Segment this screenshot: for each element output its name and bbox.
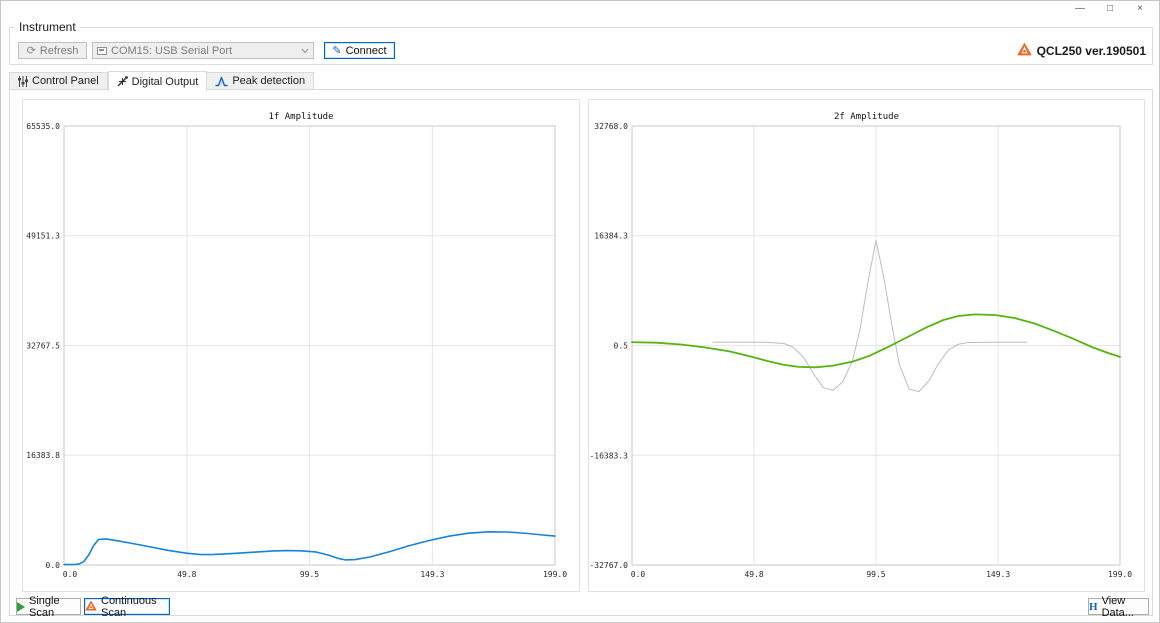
svg-text:149.3: 149.3 — [986, 570, 1010, 579]
digital-output-page: 65535.049151.332767.516383.80.00.049.899… — [9, 89, 1153, 616]
serial-port-icon — [97, 47, 107, 55]
close-button[interactable]: × — [1125, 1, 1155, 16]
svg-text:199.0: 199.0 — [1108, 570, 1132, 579]
svg-text:32768.0: 32768.0 — [594, 122, 628, 131]
svg-text:16383.8: 16383.8 — [26, 451, 60, 460]
svg-text:32767.5: 32767.5 — [26, 342, 60, 351]
svg-text:0.0: 0.0 — [63, 570, 78, 579]
svg-text:0.0: 0.0 — [631, 570, 646, 579]
minimize-button[interactable]: — — [1065, 1, 1095, 16]
window-controls: — □ × — [1065, 1, 1155, 17]
refresh-button-label: Refresh — [40, 45, 79, 57]
maximize-icon: □ — [1107, 4, 1113, 14]
connect-button-label: Connect — [346, 45, 387, 57]
instrument-group-label: Instrument — [15, 21, 80, 34]
minimize-icon: — — [1075, 4, 1085, 14]
svg-text:99.5: 99.5 — [866, 570, 885, 579]
chart-panel-2f: 32768.0 16384.3 0.5 -16383.3 -32767.00.0 49.8… — [588, 99, 1145, 592]
chart-2f-amplitude: 32768.0 16384.3 0.5 -16383.3 -32767.00.0 49.8… — [589, 100, 1144, 591]
svg-text:-16383.3: -16383.3 — [589, 451, 628, 460]
connect-icon: ✎ — [332, 44, 341, 57]
svg-text:199.0: 199.0 — [543, 570, 567, 579]
chevron-down-icon — [301, 45, 309, 57]
view-data-button[interactable]: H View Data... — [1088, 598, 1149, 615]
view-data-icon: H — [1089, 601, 1098, 613]
chart-panel-1f: 65535.0 49151.3 32767.5 16383.8 0.00.0 49.8 99… — [22, 99, 580, 592]
com-port-select[interactable]: COM15: USB Serial Port — [92, 42, 314, 59]
svg-text:49151.3: 49151.3 — [26, 232, 60, 241]
brand-badge: QCL250 ver.190501 — [1017, 42, 1146, 59]
svg-text:149.3: 149.3 — [420, 570, 444, 579]
refresh-icon: ⟳ — [27, 44, 36, 57]
tab-label: Control Panel — [32, 75, 99, 87]
single-scan-button[interactable]: Single Scan — [16, 598, 81, 615]
instrument-groupbox: Instrument ⟳ Refresh COM15: USB Serial P… — [9, 27, 1153, 65]
tab-digital-output[interactable]: Digital Output — [108, 71, 208, 91]
digital-output-icon — [117, 76, 128, 87]
continuous-scan-label: Continuous Scan — [101, 595, 169, 619]
svg-text:49.8: 49.8 — [177, 570, 196, 579]
svg-text:65535.0: 65535.0 — [26, 122, 60, 131]
chart-1f-amplitude: 65535.0 49151.3 32767.5 16383.8 0.00.0 49.8 99… — [23, 100, 579, 591]
tab-label: Digital Output — [132, 76, 199, 88]
continuous-scan-button[interactable]: Continuous Scan — [84, 598, 170, 615]
brand-logo-icon — [1017, 42, 1032, 59]
svg-text:49.8: 49.8 — [744, 570, 763, 579]
continuous-scan-icon — [85, 600, 97, 614]
single-scan-label: Single Scan — [29, 595, 80, 619]
play-icon — [17, 602, 25, 612]
chart-title-1f: 1f Amplitude — [23, 112, 579, 122]
svg-text:0.5: 0.5 — [614, 342, 629, 351]
refresh-button[interactable]: ⟳ Refresh — [18, 42, 87, 59]
tab-control-panel[interactable]: Control Panel — [9, 72, 108, 90]
svg-text:99.5: 99.5 — [300, 570, 319, 579]
connect-button[interactable]: ✎ Connect — [324, 42, 395, 59]
maximize-button[interactable]: □ — [1095, 1, 1125, 16]
brand-text: QCL250 ver.190501 — [1037, 44, 1146, 58]
chart-title-2f: 2f Amplitude — [589, 112, 1144, 122]
svg-text:-32767.0: -32767.0 — [589, 561, 628, 570]
app-window: { "window": { "controls": { "minimize": … — [0, 0, 1160, 623]
tab-strip: Control Panel Digital Output Peak detect… — [9, 71, 314, 91]
svg-text:0.0: 0.0 — [46, 561, 61, 570]
sliders-icon — [18, 76, 28, 87]
tab-label: Peak detection — [232, 75, 305, 87]
svg-text:16384.3: 16384.3 — [594, 232, 628, 241]
view-data-label: View Data... — [1102, 595, 1148, 619]
close-icon: × — [1137, 4, 1143, 14]
peak-curve-icon — [215, 76, 228, 87]
tab-peak-detection[interactable]: Peak detection — [207, 72, 314, 90]
com-port-value: COM15: USB Serial Port — [111, 45, 232, 57]
